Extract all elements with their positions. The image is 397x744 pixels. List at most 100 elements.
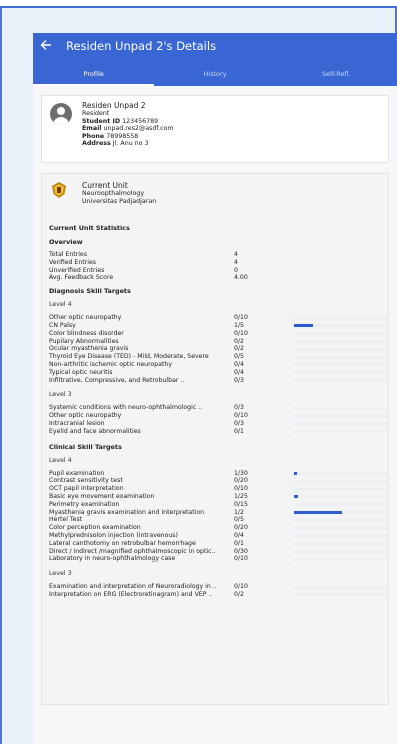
overview-value: 4 xyxy=(234,258,238,266)
progress-bar xyxy=(294,355,389,359)
progress-bar xyxy=(294,414,389,418)
progress-bar xyxy=(294,316,389,320)
skill-name: Ocular myasthenia gravis xyxy=(49,345,129,353)
overview-value: 0 xyxy=(234,266,238,274)
overview-value: 4.00 xyxy=(234,274,248,282)
skill-name: Other optic neuropathy xyxy=(49,412,122,420)
skill-count: 0/30 xyxy=(234,547,248,555)
profile-role: Resident xyxy=(82,110,110,117)
skill-target-row: Hertel Test 0/5 xyxy=(49,516,389,524)
overview-label: Verified Entries xyxy=(49,258,96,266)
progress-bar xyxy=(294,495,389,499)
overview-row: Total Entries 4 xyxy=(49,251,385,259)
browser-top-strip xyxy=(0,0,397,8)
skill-target-row: Intracranial lesion 0/3 xyxy=(49,419,389,428)
skill-count: 0/5 xyxy=(234,516,244,524)
skill-name: Methylprednisolon injection (intravenous… xyxy=(49,531,178,539)
skill-count: 1/30 xyxy=(234,469,248,477)
skill-count: 0/4 xyxy=(234,368,244,376)
profile-email: Email unpad.res2@asdf.com xyxy=(82,125,174,133)
progress-bar xyxy=(294,503,389,507)
skill-count: 0/10 xyxy=(234,583,248,591)
skill-count: 0/4 xyxy=(234,531,244,539)
skill-name: Contrast sensitivity test xyxy=(49,477,123,485)
skill-count: 0/20 xyxy=(234,524,248,532)
skill-name: Thyroid Eye Disease (TED) - Mild, Modera… xyxy=(49,353,209,361)
skill-count: 0/20 xyxy=(234,477,248,485)
clinical-heading: Clinical Skill Targets xyxy=(49,442,122,451)
diagnosis-heading: Diagnosis Skill Targets xyxy=(49,287,131,296)
progress-bar xyxy=(294,422,389,426)
person-avatar-icon xyxy=(50,103,72,125)
progress-bar xyxy=(294,371,389,375)
skill-name: Non-arthritic ischemic optic neuropathy xyxy=(49,360,173,368)
progress-bar xyxy=(294,542,389,546)
skill-target-row: CN Palsy 1/5 xyxy=(49,321,389,330)
progress-bar xyxy=(294,363,389,367)
tab-history[interactable]: History xyxy=(154,63,275,86)
level-label: Level 4 xyxy=(49,456,72,464)
skill-target-row: Thyroid Eye Disease (TED) - Mild, Modera… xyxy=(49,353,389,361)
overview-row: Verified Entries 4 xyxy=(49,259,385,267)
tab-profile[interactable]: Profile xyxy=(33,63,155,86)
progress-bar xyxy=(294,324,389,328)
progress-bar xyxy=(294,332,389,336)
overview-list: Total Entries 4 Verified Entries 4 Unverifie… xyxy=(49,251,385,282)
skill-count: 0/3 xyxy=(234,404,244,412)
skill-target-row: Color blindness disorder 0/10 xyxy=(49,330,389,338)
progress-bar xyxy=(294,534,389,538)
skill-target-row: OCT papil interpretation 0/10 xyxy=(49,485,389,493)
overview-value: 4 xyxy=(234,251,238,258)
tab-bar: Profile History Self-Refl. xyxy=(33,63,397,86)
skill-target-row: Other optic neuropathy 0/10 xyxy=(49,412,389,420)
skill-target-row: Examination and interpretation of Neuror… xyxy=(49,583,389,591)
overview-label: Avg. Feedback Score xyxy=(49,274,114,282)
progress-bar xyxy=(294,518,389,522)
skill-count: 0/1 xyxy=(234,427,244,435)
skill-name: CN Palsy xyxy=(49,321,76,329)
skill-target-row: Perimetry examination 0/15 xyxy=(49,500,389,509)
skill-name: Systemic conditions with neuro-ophthalmo… xyxy=(49,404,203,412)
overview-row: Avg. Feedback Score 4.00 xyxy=(49,274,385,282)
skill-count: 0/4 xyxy=(234,360,244,368)
skill-target-row: Typical optic neuritis 0/4 xyxy=(49,368,389,377)
skill-count: 0/1 xyxy=(234,539,244,547)
progress-bar xyxy=(294,510,389,514)
skill-target-row: Basic eye movement examination 1/25 xyxy=(49,492,389,501)
progress-bar xyxy=(294,549,389,553)
arrow-left-icon[interactable] xyxy=(40,39,56,55)
frame-left-edge xyxy=(0,8,2,744)
skill-count: 0/2 xyxy=(234,590,244,598)
clinical-list: Level 4 Pupil examination 1/30 Contrast sen… xyxy=(49,456,389,605)
skill-name: Lateral canthotomy on retrobulbar hemorr… xyxy=(49,539,196,547)
skill-name: Other optic neuropathy xyxy=(49,314,122,322)
progress-bar xyxy=(294,430,389,434)
level-label: Level 4 xyxy=(49,301,72,309)
skill-count: 0/10 xyxy=(234,314,248,322)
profile-phone: Phone 78998558 xyxy=(82,132,139,140)
diagnosis-list: Level 4 Other optic neuropathy 0/10 CN Pals… xyxy=(49,300,389,441)
overview-label: Unverified Entries xyxy=(49,266,105,274)
progress-bar xyxy=(294,487,389,491)
skill-count: 0/15 xyxy=(234,500,248,508)
unit-card: Current Unit Neuroopthalmology Universit… xyxy=(41,173,389,705)
skill-target-row: Systemic conditions with neuro-ophthalmo… xyxy=(49,404,389,412)
skill-name: OCT papil interpretation xyxy=(49,485,124,493)
unit-title: Current Unit xyxy=(82,181,128,190)
skill-count: 0/10 xyxy=(234,412,248,420)
page-title: Residen Unpad 2's Details xyxy=(66,39,217,53)
skill-target-row: Other optic neuropathy 0/10 xyxy=(49,314,389,322)
statistics-section: Current Unit Statistics Overview Total E… xyxy=(49,223,389,605)
skill-count: 0/3 xyxy=(234,376,244,384)
level-label: Level 3 xyxy=(49,391,72,399)
progress-fill xyxy=(294,495,298,499)
skill-name: Pupilary Abnormalities xyxy=(49,337,119,345)
profile-card: Residen Unpad 2 Resident Student ID 1234… xyxy=(41,95,389,163)
progress-bar xyxy=(294,471,389,475)
skill-count: 0/3 xyxy=(234,419,244,427)
skill-target-row: Infiltrative, Compressive, and Retrobulb… xyxy=(49,376,389,385)
progress-bar xyxy=(294,526,389,530)
skill-count: 1/25 xyxy=(234,492,248,500)
tab-self-reflection[interactable]: Self-Refl. xyxy=(276,63,397,86)
